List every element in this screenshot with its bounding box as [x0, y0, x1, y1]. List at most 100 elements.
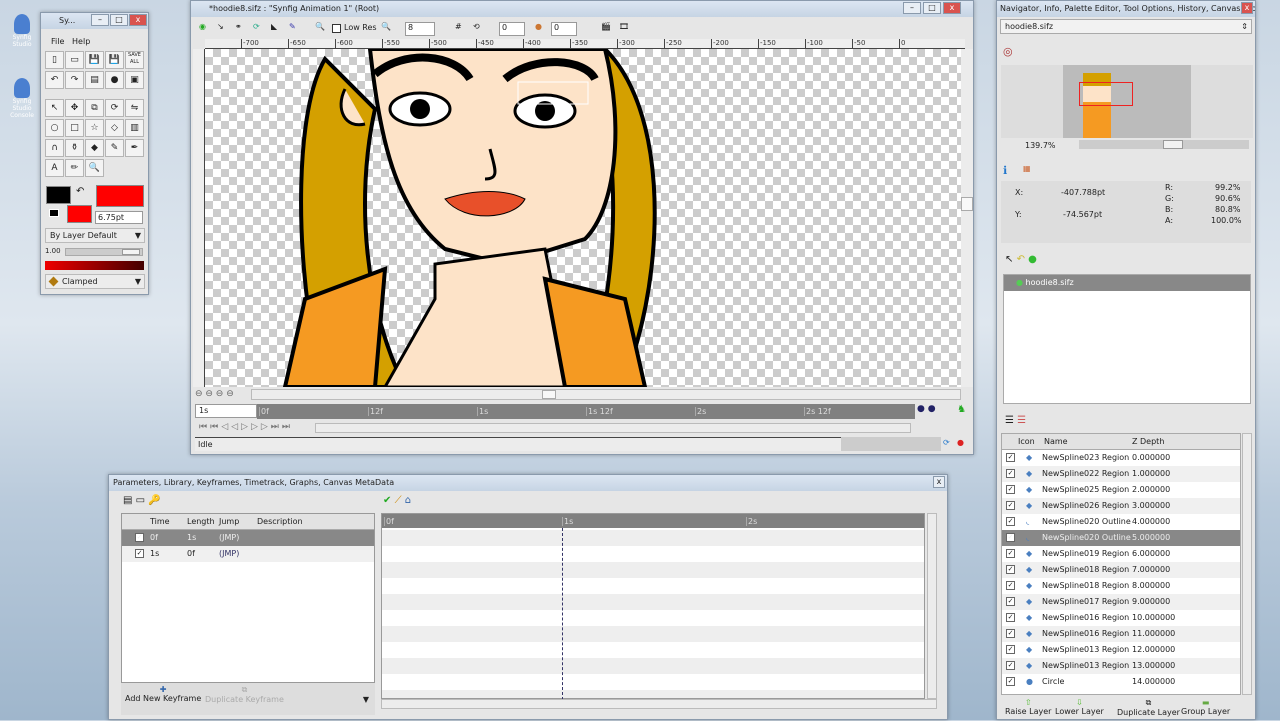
scale-tool-icon[interactable]: ⧉ [85, 99, 104, 117]
layer-visibility-checkbox[interactable]: ✓ [1006, 485, 1015, 494]
tab-palette[interactable]: ▦ [1023, 164, 1031, 173]
layer-visibility-checkbox[interactable]: ✓ [1006, 645, 1015, 654]
layer-visibility-checkbox[interactable]: ✓ [1006, 501, 1015, 510]
zoom-slider[interactable] [1079, 140, 1249, 149]
keyframe-lock-icons[interactable]: ● ● [917, 404, 936, 414]
desktop-icon-synfig[interactable]: Synfig Studio [4, 14, 40, 48]
duplicate-keyframe-button[interactable]: ⧉ Duplicate Keyframe [205, 685, 284, 704]
layer-visibility-checkbox[interactable]: ✓ [1006, 581, 1015, 590]
layer-row[interactable]: ✓ ◆ NewSpline017 Region 9.000000 [1002, 594, 1240, 610]
reset-colors-icon[interactable] [49, 209, 59, 217]
swap-colors-icon[interactable]: ↶ [76, 186, 84, 197]
fill-color-swatch[interactable] [67, 205, 92, 223]
redo-tool-icon[interactable]: ↷ [65, 71, 84, 89]
layer-row[interactable]: ✓ ◆ NewSpline016 Region 10.000000 [1002, 610, 1240, 626]
tab-timetrack[interactable]: ✔ [383, 495, 391, 506]
onion-future-field[interactable]: 0 [551, 22, 577, 36]
raise-layer-button[interactable]: ⇧ Raise Layer [1005, 698, 1051, 716]
polygon-tool-icon[interactable]: ◇ [105, 119, 124, 137]
circle-tool-icon[interactable]: ○ [45, 119, 64, 137]
render-tool-icon[interactable]: ▣ [125, 71, 144, 89]
layer-row[interactable]: ✓ ◟ NewSpline020 Outline 4.000000 [1002, 514, 1240, 530]
menu-help[interactable]: Help [72, 37, 90, 46]
close-button[interactable]: x [1241, 2, 1253, 14]
properties-tool-icon[interactable]: ▤ [85, 71, 104, 89]
layer-row[interactable]: ✓ ◆ NewSpline026 Region 3.000000 [1002, 498, 1240, 514]
transform-icon[interactable]: ↘ [217, 22, 224, 31]
save-tool-icon[interactable]: 💾 [85, 51, 104, 69]
tab-tool-options[interactable]: ↖ [1005, 254, 1013, 265]
grid-size-field[interactable]: 8 [405, 22, 435, 36]
canvas-browser-item[interactable]: ● hoodie8.sifz [1004, 275, 1250, 291]
minimize-button[interactable]: – [903, 2, 921, 14]
zoom-tool-icon[interactable]: 🔍 [85, 159, 104, 177]
drawing-canvas[interactable] [205, 49, 961, 387]
layer-visibility-checkbox[interactable]: ✓ [1006, 453, 1015, 462]
spline-tool-icon[interactable]: ∩ [45, 139, 64, 157]
navigator-preview[interactable] [1001, 65, 1253, 138]
desktop-icon-synfig-console[interactable]: Synfig Studio Console [4, 78, 40, 119]
draw-mode-icon[interactable]: ◉ [199, 22, 206, 31]
tab-library[interactable]: ▭ [136, 495, 145, 506]
preview-icon[interactable]: 🎞 [619, 22, 629, 31]
layer-row[interactable]: ✓ ◆ NewSpline016 Region 11.000000 [1002, 626, 1240, 642]
layer-row[interactable]: ✓ ◆ NewSpline018 Region 8.000000 [1002, 578, 1240, 594]
duplicate-layer-button[interactable]: ⧉ Duplicate Layer [1117, 698, 1180, 717]
undo-tool-icon[interactable]: ↶ [45, 71, 64, 89]
layer-row[interactable]: ✓ ◆ NewSpline018 Region 7.000000 [1002, 562, 1240, 578]
synfig-tool-icon[interactable]: ● [105, 71, 124, 89]
jump-link[interactable]: (JMP) [219, 546, 239, 562]
layer-row[interactable]: ✓ ◟ NewSpline020 Outline 5.000000 [1002, 530, 1240, 546]
layer-visibility-checkbox[interactable]: ✓ [1006, 533, 1015, 542]
open-tool-icon[interactable]: ▭ [65, 51, 84, 69]
bline-icon[interactable]: ⚭ [235, 22, 242, 31]
layer-row[interactable]: ✓ ● Circle 14.000000 [1002, 674, 1240, 690]
width-icon[interactable]: ◣ [271, 22, 277, 31]
blend-method-select[interactable]: By Layer Default ▼ [45, 228, 145, 243]
current-time-field[interactable]: 1s [195, 404, 257, 418]
pen-icon[interactable]: ✎ [289, 22, 296, 31]
zoom-buttons[interactable]: ⊖ ⊖ ⊖ ⊖ [195, 389, 234, 399]
layer-row[interactable]: ✓ ◆ NewSpline019 Region 6.000000 [1002, 546, 1240, 562]
tab-canvas-browser[interactable]: ● [1028, 254, 1037, 265]
stop-icon[interactable]: ● [957, 438, 964, 447]
tab-sets[interactable]: ☰ [1017, 415, 1026, 426]
viewport-rect[interactable] [1079, 82, 1133, 106]
playback-controls[interactable]: ⏮⏮◁◁▷▷▷⏭⏭ [199, 422, 293, 432]
draw-tool-icon[interactable]: ◆ [85, 139, 104, 157]
chevron-down-icon[interactable]: ▼ [363, 695, 369, 704]
layer-row[interactable]: ✓ ◆ NewSpline013 Region 13.000000 [1002, 658, 1240, 674]
layers-scrollbar[interactable] [1242, 433, 1252, 695]
outline-color-swatch[interactable] [46, 186, 71, 204]
tab-metadata[interactable]: ⌂ [405, 495, 411, 506]
save-as-tool-icon[interactable]: 💾 [105, 51, 124, 69]
gradient-preview[interactable] [45, 261, 144, 270]
close-button[interactable]: x [129, 14, 147, 26]
onion-icon[interactable]: ● [535, 22, 542, 31]
tab-graphs[interactable]: ⟋ [395, 495, 402, 506]
onion-skin-icon[interactable]: ⟲ [473, 22, 480, 31]
pencil-tool-icon[interactable]: ✏ [65, 159, 84, 177]
refresh-icon[interactable]: ⟳ [943, 438, 950, 447]
zoom-in-icon[interactable]: 🔍 [381, 22, 391, 31]
time-slider[interactable]: 0f 12f 1s 1s 12f 2s 2s 12f [257, 404, 915, 419]
layer-visibility-checkbox[interactable]: ✓ [1006, 597, 1015, 606]
rectangle-tool-icon[interactable]: □ [65, 119, 84, 137]
keyframe-row[interactable]: ✓ 1s 0f (JMP) [122, 546, 374, 562]
star-tool-icon[interactable]: ☆ [85, 119, 104, 137]
tab-parameters[interactable]: ▤ [123, 495, 132, 506]
timetrack-scrollbar[interactable] [381, 699, 937, 709]
tab-info[interactable]: ℹ [1003, 164, 1007, 177]
layer-row[interactable]: ✓ ◆ NewSpline025 Region 2.000000 [1002, 482, 1240, 498]
opacity-slider[interactable] [65, 248, 143, 256]
horizontal-scrollbar[interactable] [251, 389, 961, 400]
zoom-out-icon[interactable]: 🔍 [315, 22, 325, 31]
tab-navigator[interactable]: ◎ [1003, 45, 1013, 58]
gradient-tool-icon[interactable]: ▥ [125, 119, 144, 137]
layer-visibility-checkbox[interactable]: ✓ [1006, 629, 1015, 638]
add-keyframe-button[interactable]: ✚ Add New Keyframe [125, 685, 201, 703]
layer-visibility-checkbox[interactable]: ✓ [1006, 661, 1015, 670]
close-button[interactable]: x [933, 476, 945, 488]
layer-visibility-checkbox[interactable]: ✓ [1006, 517, 1015, 526]
vertical-scrollbar[interactable] [961, 49, 973, 387]
